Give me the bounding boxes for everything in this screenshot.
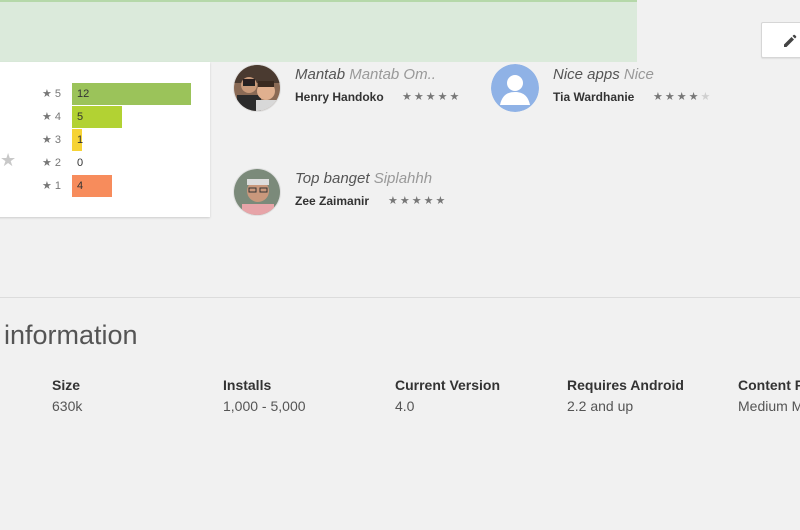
star-filled-icon: ★ (388, 195, 400, 207)
star-icon: ★ (42, 180, 52, 192)
meta-value: 4.0 (395, 398, 415, 414)
review-title: Mantab Mantab Om.. (295, 66, 436, 84)
rating-histogram-card: ★ ★ 5 12 ★ 4 5 ★ 3 1 ★ 2 0 ★ 1 4 (0, 62, 210, 217)
histogram-star-value: 1 (54, 180, 61, 192)
meta-requires-android: Requires Android 2.2 and up (567, 376, 727, 415)
star-filled-icon: ★ (425, 91, 438, 103)
star-filled-icon: ★ (676, 91, 689, 103)
histogram-star-label: ★ 5 (42, 87, 61, 101)
star-filled-icon: ★ (435, 195, 448, 207)
review-body-text: Nice (623, 66, 654, 83)
histogram-row-3: ★ 3 1 (0, 129, 210, 151)
star-empty-icon: ★ (700, 91, 713, 103)
review-body-text: Mantab Om.. (349, 66, 436, 83)
meta-value: 630k (52, 398, 83, 414)
star-icon: ★ (42, 88, 52, 100)
review-title-text: Mantab (295, 66, 346, 83)
histogram-star-value: 2 (54, 157, 61, 169)
star-filled-icon: ★ (423, 195, 436, 207)
star-filled-icon: ★ (688, 91, 701, 103)
pencil-icon (784, 34, 797, 47)
review-star-rating: ★★★★★ (388, 194, 447, 208)
histogram-star-label: ★ 3 (42, 133, 61, 147)
reviewer-avatar[interactable] (233, 64, 281, 112)
histogram-count: 5 (77, 111, 84, 123)
meta-label: Size (52, 377, 81, 393)
top-banner (0, 0, 637, 62)
app-details-page: ★ ★ 5 12 ★ 4 5 ★ 3 1 ★ 2 0 ★ 1 4 Mantab … (0, 0, 800, 530)
review-author[interactable]: Zee Zaimanir (295, 194, 369, 208)
histogram-star-label: ★ 4 (42, 110, 61, 124)
section-divider (0, 297, 800, 298)
review-title: Nice apps Nice (553, 66, 654, 84)
review-title-text: Nice apps (553, 66, 620, 83)
meta-label: Content R (738, 377, 800, 393)
histogram-bar (72, 83, 191, 105)
histogram-row-4: ★ 4 5 (0, 106, 210, 128)
write-review-button[interactable] (761, 22, 800, 58)
histogram-star-value: 4 (54, 111, 61, 123)
meta-value: 1,000 - 5,000 (223, 398, 306, 414)
additional-information-title: information (4, 320, 138, 350)
histogram-star-label: ★ 2 (42, 156, 61, 170)
meta-installs: Installs 1,000 - 5,000 (223, 376, 383, 415)
histogram-count: 0 (77, 157, 84, 169)
review-author[interactable]: Henry Handoko (295, 90, 384, 104)
reviewer-avatar[interactable] (491, 64, 539, 112)
meta-label: Requires Android (567, 377, 684, 393)
review-title: Top banget Siplahhh (295, 170, 432, 188)
histogram-star-label: ★ 1 (42, 179, 61, 193)
star-filled-icon: ★ (399, 195, 412, 207)
star-icon: ★ (42, 111, 52, 123)
histogram-star-value: 3 (54, 134, 61, 146)
histogram-count: 4 (77, 180, 84, 192)
star-filled-icon: ★ (449, 91, 462, 103)
meta-label: Current Version (395, 377, 501, 393)
histogram-count: 12 (77, 88, 90, 100)
review-star-rating: ★★★★★ (402, 90, 461, 104)
meta-current-version: Current Version 4.0 (395, 376, 555, 415)
histogram-count: 1 (77, 134, 84, 146)
review-title-text: Top banget (295, 170, 370, 187)
star-filled-icon: ★ (411, 195, 424, 207)
meta-size: Size 630k (52, 376, 212, 415)
meta-content-rating: Content R Medium M (738, 376, 800, 415)
star-filled-icon: ★ (664, 91, 677, 103)
star-filled-icon: ★ (413, 91, 426, 103)
review-star-rating: ★★★★★ (653, 90, 712, 104)
review-body-text: Siplahhh (373, 170, 433, 187)
photo-man-with-glasses-avatar (234, 169, 280, 215)
reviewer-avatar[interactable] (233, 168, 281, 216)
meta-label: Installs (223, 377, 272, 393)
default-person-icon (491, 64, 539, 112)
histogram-row-1: ★ 1 4 (0, 175, 210, 197)
histogram-row-5: ★ 5 12 (0, 83, 210, 105)
review-author[interactable]: Tia Wardhanie (553, 90, 634, 104)
star-filled-icon: ★ (653, 91, 665, 103)
histogram-row-2: ★ 2 0 (0, 152, 210, 174)
meta-value: 2.2 and up (567, 398, 634, 414)
star-filled-icon: ★ (402, 91, 414, 103)
star-icon: ★ (42, 134, 52, 146)
star-filled-icon: ★ (437, 91, 450, 103)
star-icon: ★ (42, 157, 52, 169)
photo-father-and-child-avatar (234, 65, 280, 111)
meta-value: Medium M (738, 398, 800, 414)
histogram-star-value: 5 (54, 88, 61, 100)
